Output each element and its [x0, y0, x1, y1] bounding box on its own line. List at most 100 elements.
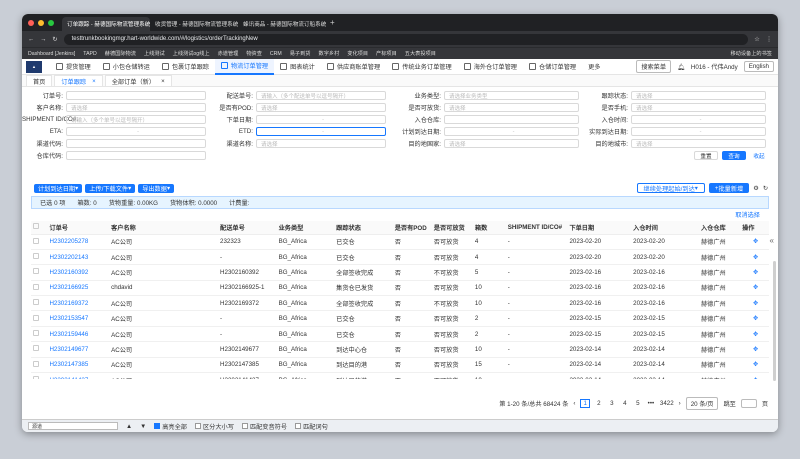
nav-item[interactable]: 海外仓订单管理	[458, 59, 523, 75]
row-checkbox[interactable]	[33, 253, 39, 260]
eta-range[interactable]: -	[66, 127, 206, 136]
table-row[interactable]: H2302149677 AC公司 H2302149677 BG_Africa 到达中心仓…	[31, 341, 769, 358]
bookmark-item[interactable]: 变化项目	[347, 50, 368, 57]
search-button[interactable]: 查询	[722, 151, 746, 160]
nav-item-more[interactable]: 更多	[582, 59, 606, 75]
action-icon[interactable]: ✥	[740, 326, 769, 343]
column-header[interactable]: 订单号	[47, 221, 110, 235]
bookmark-item[interactable]: 五大表投项目	[405, 50, 436, 57]
channel-code-input[interactable]	[66, 139, 206, 148]
row-checkbox[interactable]	[33, 268, 39, 275]
dest-country-select[interactable]: 请选择	[444, 139, 579, 148]
nav-item[interactable]: 图表统计	[274, 59, 321, 75]
next-page-icon[interactable]: ›	[679, 400, 681, 407]
upload-download-dropdown[interactable]: 上传/下载文件 ▾	[85, 183, 136, 193]
batch-add-button[interactable]: + 批量新增	[708, 183, 750, 193]
is-phone-select[interactable]: 请选择	[631, 103, 766, 112]
table-row[interactable]: H2302153547 AC公司 - BG_Africa 已交仓否否可放货 2-2023-…	[31, 310, 769, 327]
bookmark-item[interactable]: 移动设备上的书签	[730, 50, 772, 57]
down-arrow-icon[interactable]: ▼	[140, 423, 146, 430]
back-icon[interactable]: ←	[28, 36, 34, 43]
table-row[interactable]: H2302166925 chdavid H2302166925-1 BG_Africa…	[31, 280, 769, 297]
reload-icon[interactable]: ↻	[52, 36, 57, 43]
collapse-link[interactable]: 收起	[750, 151, 768, 160]
action-icon[interactable]: ✥	[740, 310, 769, 327]
page-button[interactable]: 5	[634, 399, 642, 408]
order-link[interactable]: H2302149677	[47, 341, 110, 358]
table-row[interactable]: H2302205278 AC公司 232323 BG_Africa 已交仓否否可放货 4-…	[31, 234, 769, 250]
column-header[interactable]: 跟踪状态	[334, 221, 393, 235]
dispatch-no-input[interactable]: 请输入（多个配送单号以逗号隔开）	[256, 91, 386, 100]
star-icon[interactable]: ☆	[754, 36, 760, 43]
refresh-icon[interactable]: ↻	[763, 185, 768, 192]
shipment-id-input[interactable]: 请输入（多个单号以逗号隔开）	[66, 115, 206, 124]
actual-arrive-range[interactable]: -	[631, 127, 766, 136]
action-icon[interactable]: ✥	[740, 295, 769, 312]
table-row[interactable]: H2302169372 AC公司 H2302169372 BG_Africa 全部签收完…	[31, 295, 769, 312]
order-link[interactable]: H2302159446	[47, 326, 110, 343]
row-checkbox[interactable]	[33, 314, 39, 321]
bookmark-item[interactable]: 上线测试	[144, 50, 165, 57]
nav-item[interactable]: 传统业务订单管理	[386, 59, 458, 75]
order-link[interactable]: H2302160392	[47, 264, 110, 281]
action-icon[interactable]: ✥	[740, 234, 769, 250]
order-link[interactable]: H2302147385	[47, 357, 110, 374]
row-checkbox[interactable]	[33, 345, 39, 352]
table-row[interactable]: H2302147385 AC公司 H2302147385 BG_Africa 到达目的港…	[31, 357, 769, 374]
action-icon[interactable]: ✥	[740, 264, 769, 281]
user-name[interactable]: H016 - 代伟Andy	[691, 62, 738, 71]
page-button[interactable]: 1	[580, 399, 590, 408]
page-button[interactable]: 4	[621, 399, 629, 408]
row-checkbox[interactable]	[33, 376, 39, 379]
action-icon[interactable]: ✥	[740, 249, 769, 266]
bookmark-item[interactable]: Dashboard [Jenkins]	[28, 51, 75, 57]
menu-icon[interactable]: ⋮	[766, 36, 772, 43]
order-link[interactable]: H2302166925	[47, 280, 110, 297]
forward-icon[interactable]: →	[40, 36, 46, 43]
close-window-button[interactable]	[28, 19, 34, 26]
column-header[interactable]: SHIPMENT ID/CO#	[505, 221, 568, 235]
match-diacritics-checkbox[interactable]: 匹配变音符号	[241, 422, 287, 431]
reset-button[interactable]: 重置	[694, 151, 718, 160]
highlight-all-checkbox[interactable]: 高亮全部	[154, 422, 187, 431]
bookmark-item[interactable]: 赤道管理	[218, 50, 239, 57]
nav-item-active[interactable]: 物流订单管理	[215, 58, 275, 75]
column-header[interactable]: 是否可放货	[431, 221, 473, 235]
action-icon[interactable]: ✥	[740, 357, 769, 374]
clear-selection-link[interactable]: 取消选择	[735, 210, 760, 219]
in-time-range[interactable]: -	[631, 115, 766, 124]
channel-name-select[interactable]: 请选择	[256, 139, 386, 148]
minimize-window-button[interactable]	[38, 19, 44, 26]
table-scrollbar[interactable]	[773, 261, 776, 381]
table-row[interactable]: H2302160392 AC公司 H2302160392 BG_Africa 全部签收完…	[31, 264, 769, 281]
browser-tab[interactable]: 蜂讯商品 - 赫德国际物流订船系统×	[238, 17, 326, 31]
row-checkbox[interactable]	[33, 237, 39, 244]
plan-date-dropdown[interactable]: 计划到达日期 ▾	[34, 183, 83, 193]
row-checkbox[interactable]	[33, 360, 39, 367]
plan-arrive-range[interactable]: -	[444, 127, 579, 136]
track-status-select[interactable]: 请选择	[631, 91, 766, 100]
select-all-checkbox[interactable]	[33, 223, 39, 230]
warehouse-code-input[interactable]	[66, 151, 206, 160]
nav-item[interactable]: 仓储订单管理	[523, 59, 582, 75]
up-arrow-icon[interactable]: ▲	[126, 423, 132, 430]
nav-item[interactable]: 包裹订单跟踪	[156, 59, 215, 75]
find-input[interactable]: 源道	[28, 422, 118, 430]
browser-tab[interactable]: 订单跟踪 - 赫德国际物流管理系统×	[62, 17, 150, 31]
order-no-input[interactable]	[66, 91, 206, 100]
in-warehouse-input[interactable]	[444, 115, 579, 124]
new-tab-icon[interactable]: +	[330, 18, 335, 27]
order-link[interactable]: H2302141427	[47, 372, 110, 379]
column-header[interactable]: 是否有POD	[392, 221, 432, 235]
has-pod-select[interactable]: 请选择	[256, 103, 386, 112]
column-header[interactable]: 箱数	[472, 221, 506, 235]
whole-words-checkbox[interactable]: 匹配词句	[295, 422, 328, 431]
bookmark-item[interactable]: 赫德国际物流	[105, 50, 136, 57]
table-row[interactable]: H2302159446 AC公司 - BG_Africa 已交仓否否可放货 2-2023-…	[31, 326, 769, 343]
double-chevron-left-icon[interactable]: «	[770, 236, 774, 245]
can-release-select[interactable]: 请选择	[444, 103, 579, 112]
continue-process-dropdown[interactable]: 继续处理起始/到达 ▾	[636, 183, 705, 193]
page-ellipsis[interactable]: •••	[647, 399, 655, 408]
column-header[interactable]: 入仓仓库	[698, 221, 741, 235]
close-icon[interactable]: ×	[92, 78, 96, 85]
